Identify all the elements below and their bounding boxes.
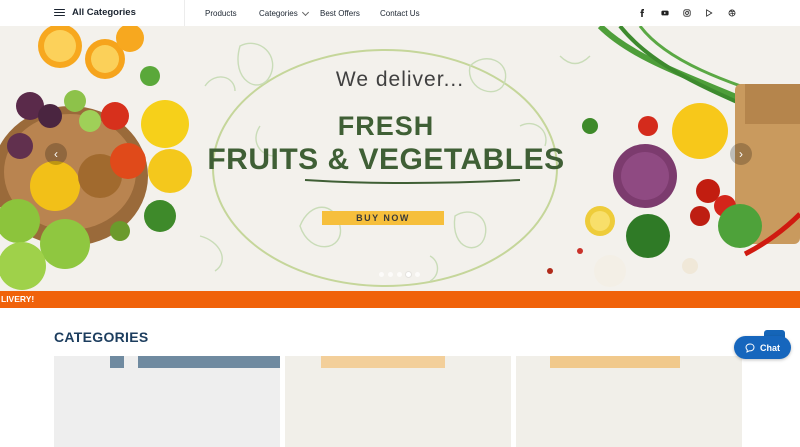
promo-ticker-text: LIVERY! <box>1 294 35 304</box>
chevron-right-icon: › <box>739 147 743 161</box>
chat-bubble-icon <box>745 342 755 353</box>
dribbble-icon[interactable] <box>725 6 739 20</box>
chevron-left-icon: ‹ <box>54 147 58 161</box>
slider-next-button[interactable]: › <box>730 143 752 165</box>
slider-dot[interactable] <box>415 272 420 277</box>
category-card[interactable] <box>516 356 742 447</box>
site-header: All Categories Products Categories Best … <box>0 0 800 26</box>
hero-banner: We deliver... FRESH FRUITS & VEGETABLES … <box>0 26 800 291</box>
nav-contact-us[interactable]: Contact Us <box>380 9 420 18</box>
category-image <box>138 356 280 368</box>
categories-heading: CATEGORIES <box>54 329 149 345</box>
all-categories-button[interactable]: All Categories <box>54 7 136 18</box>
facebook-icon[interactable] <box>635 6 649 20</box>
slider-dot[interactable] <box>397 272 402 277</box>
chevron-down-icon <box>301 8 309 17</box>
category-image <box>321 356 445 368</box>
nav-best-offers[interactable]: Best Offers <box>320 9 360 18</box>
nav-categories-label: Categories <box>259 9 298 18</box>
chat-label: Chat <box>760 342 780 353</box>
instagram-icon[interactable] <box>680 6 694 20</box>
nav-products[interactable]: Products <box>205 9 237 18</box>
slider-prev-button[interactable]: ‹ <box>45 143 67 165</box>
hero-tagline: We deliver... <box>335 68 465 91</box>
google-play-icon[interactable] <box>702 6 716 20</box>
buy-now-button[interactable]: BUY NOW <box>322 211 444 225</box>
youtube-icon[interactable] <box>658 6 672 20</box>
hero-headline-line2: FRUITS & VEGETABLES <box>207 143 565 176</box>
category-image <box>110 356 124 368</box>
hero-headline-line1: FRESH <box>337 111 435 141</box>
nav-categories[interactable]: Categories <box>259 8 309 18</box>
category-card[interactable] <box>285 356 511 447</box>
slider-dots <box>379 272 420 277</box>
all-categories-label: All Categories <box>72 7 136 18</box>
category-card[interactable] <box>54 356 280 447</box>
slider-dot-active[interactable] <box>406 272 411 277</box>
slider-dot[interactable] <box>379 272 384 277</box>
slider-dot[interactable] <box>388 272 393 277</box>
promo-ticker: LIVERY! <box>0 291 800 308</box>
category-image <box>550 356 680 368</box>
header-divider <box>184 0 185 26</box>
chat-button[interactable]: Chat <box>734 336 791 359</box>
menu-icon <box>54 8 65 17</box>
